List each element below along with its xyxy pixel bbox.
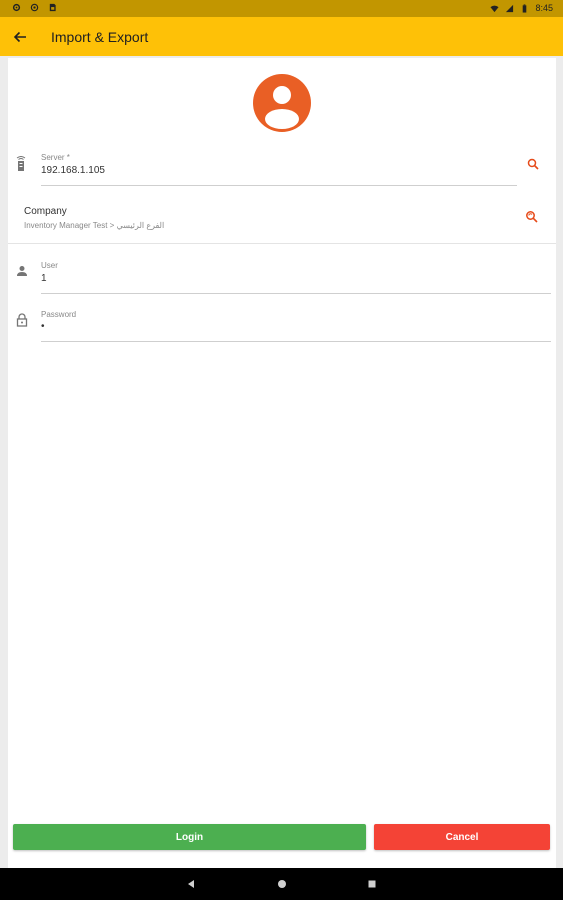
person-icon (14, 263, 30, 279)
password-input[interactable]: • (41, 321, 45, 332)
company-title: Company (24, 206, 67, 217)
status-bar: 8:45 (0, 0, 563, 17)
login-button[interactable]: Login (13, 824, 366, 850)
sim-icon (49, 3, 56, 12)
company-selector[interactable]: Company Inventory Manager Test > الفرع ا… (8, 198, 556, 244)
cancel-button[interactable]: Cancel (374, 824, 550, 850)
app-bar: Import & Export (0, 17, 563, 56)
avatar (253, 74, 311, 132)
battery-icon (523, 3, 527, 13)
signal-icon (506, 4, 514, 12)
home-circle-icon (278, 880, 286, 888)
nav-recents-button[interactable] (364, 876, 380, 892)
settings-icon (12, 3, 21, 12)
lock-icon (14, 312, 30, 328)
server-underline (41, 185, 517, 186)
wifi-icon (490, 5, 500, 12)
user-input[interactable]: 1 (41, 273, 47, 284)
company-search-button[interactable] (521, 206, 541, 226)
user-underline (41, 293, 551, 294)
password-underline (41, 341, 551, 342)
search-icon (527, 158, 539, 170)
account-circle-icon (265, 86, 299, 129)
server-input[interactable]: 192.168.1.105 (41, 165, 105, 176)
login-form-card: Server * 192.168.1.105 Company Inventory… (8, 58, 556, 868)
server-label: Server * (41, 153, 70, 162)
password-label: Password (41, 310, 77, 319)
nav-back-button[interactable] (183, 876, 199, 892)
back-triangle-icon (188, 880, 194, 888)
recents-square-icon (368, 880, 376, 888)
server-search-button[interactable] (523, 154, 543, 174)
router-icon (13, 156, 29, 172)
company-subtitle: Inventory Manager Test > الفرع الرئيسي (24, 221, 165, 230)
system-nav-bar (0, 868, 563, 900)
back-button[interactable] (8, 25, 32, 49)
user-label: User (41, 261, 58, 270)
arrow-back-icon (13, 31, 26, 43)
status-time: 8:45 (535, 3, 553, 13)
page-title: Import & Export (51, 29, 149, 45)
nav-home-button[interactable] (274, 876, 290, 892)
search-refresh-icon (525, 210, 538, 223)
sync-icon (30, 3, 39, 12)
